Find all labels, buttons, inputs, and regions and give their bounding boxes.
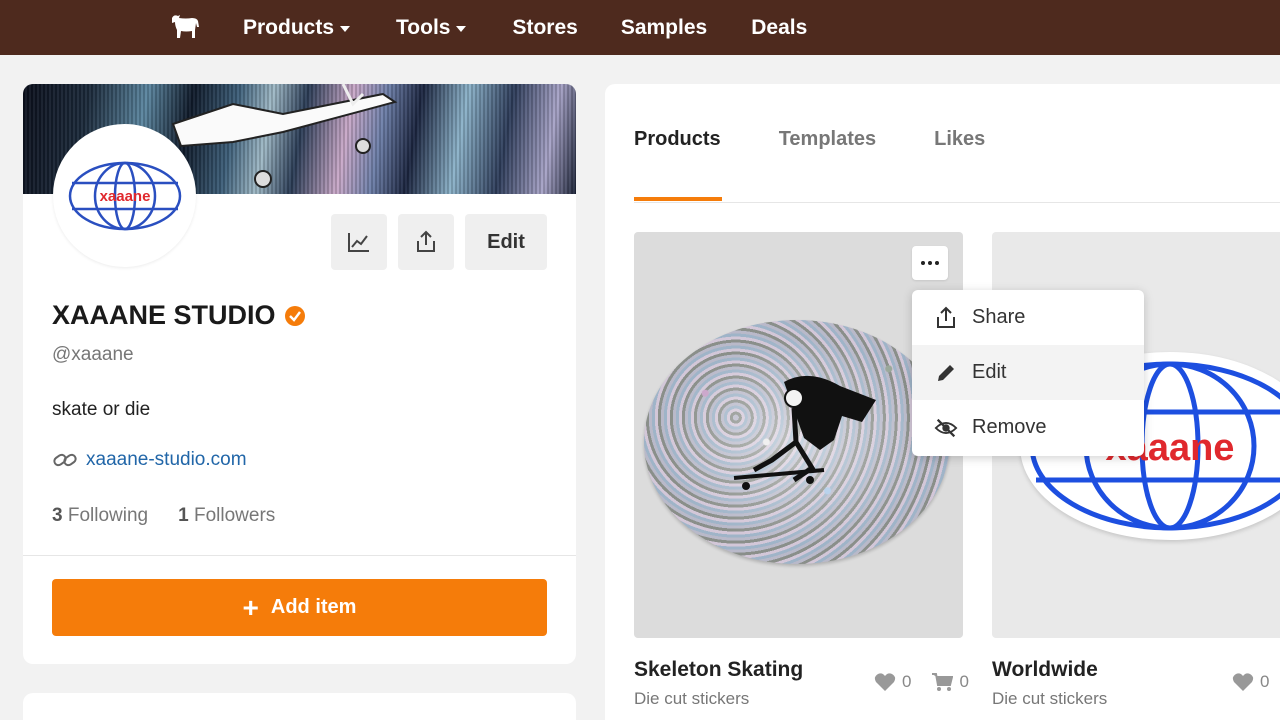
product-subtitle: Die cut stickers [992, 689, 1108, 708]
globe-logo-icon: xaaane [68, 161, 181, 230]
divider [634, 202, 1280, 203]
nav-products-label: Products [243, 15, 335, 39]
cart-icon [932, 673, 954, 691]
menu-item-share-label: Share [972, 306, 1026, 328]
product-title[interactable]: Skeleton Skating [634, 658, 803, 682]
active-tab-indicator [634, 197, 722, 201]
menu-item-remove-label: Remove [972, 416, 1047, 438]
studio-name-text: XAAANE STUDIO [52, 300, 276, 330]
products-panel: Products Templates Likes xaaane Share Ed… [605, 84, 1280, 720]
nav-products[interactable]: Products [243, 15, 351, 40]
follow-stats: 3 Following 1 Followers [52, 505, 275, 527]
cart-count: 0 [959, 672, 969, 691]
nav-tools-label: Tools [396, 15, 451, 39]
following-link[interactable]: 3 Following [52, 505, 148, 527]
nav-stores[interactable]: Stores [512, 16, 577, 40]
tab-products[interactable]: Products [634, 128, 721, 151]
add-item-button[interactable]: + Add item [52, 579, 547, 636]
product-stats: 0 0 [874, 672, 969, 692]
heart-icon[interactable] [874, 672, 896, 692]
verified-badge-icon [284, 305, 305, 326]
link-icon [53, 453, 77, 467]
nav-samples-label: Samples [620, 15, 708, 39]
website-link[interactable]: xaaane-studio.com [86, 449, 247, 471]
edit-profile-button[interactable]: Edit [465, 214, 547, 270]
tab-templates[interactable]: Templates [779, 128, 876, 151]
nav-tools[interactable]: Tools [396, 15, 467, 40]
profile-card: xaaane Edit XAAANE STUDIO @xaaane skate … [23, 84, 576, 664]
add-item-label: Add item [270, 596, 357, 618]
more-options-button[interactable] [912, 246, 948, 280]
share-icon [417, 230, 435, 252]
studio-name: XAAANE STUDIO [52, 300, 306, 331]
secondary-card [23, 693, 576, 720]
website-link-row[interactable]: xaaane-studio.com [52, 449, 247, 471]
plus-icon: + [242, 591, 259, 623]
like-count: 0 [1260, 672, 1270, 691]
avatar[interactable]: xaaane [53, 124, 196, 267]
skeleton-sticker-image [644, 320, 950, 564]
chart-line-icon [348, 233, 369, 252]
horse-icon[interactable] [168, 10, 202, 42]
svg-text:xaaane: xaaane [99, 188, 150, 205]
divider [23, 555, 576, 556]
nav-deals-label: Deals [751, 15, 808, 39]
tab-bar: Products Templates Likes [634, 128, 985, 151]
product-title[interactable]: Worldwide [992, 658, 1098, 682]
nav-deals[interactable]: Deals [751, 16, 807, 40]
menu-item-edit-label: Edit [972, 361, 1007, 383]
nav-stores-label: Stores [512, 15, 578, 39]
ellipsis-icon [921, 261, 925, 265]
profile-bio: skate or die [52, 399, 151, 420]
like-count: 0 [902, 672, 912, 691]
product-stats: 0 [1232, 672, 1269, 692]
product-subtitle: Die cut stickers [634, 689, 750, 708]
heart-icon[interactable] [1232, 672, 1254, 692]
chevron-down-icon [340, 25, 351, 32]
nav-samples[interactable]: Samples [621, 16, 707, 40]
followers-link[interactable]: 1 Followers [178, 505, 275, 527]
chevron-down-icon [456, 25, 467, 32]
stats-button[interactable] [331, 214, 387, 270]
tab-likes[interactable]: Likes [934, 128, 985, 151]
profile-handle: @xaaane [52, 344, 134, 365]
top-navigation-bar: Products Tools Stores Samples Deals [0, 0, 1280, 55]
share-profile-button[interactable] [398, 214, 454, 270]
